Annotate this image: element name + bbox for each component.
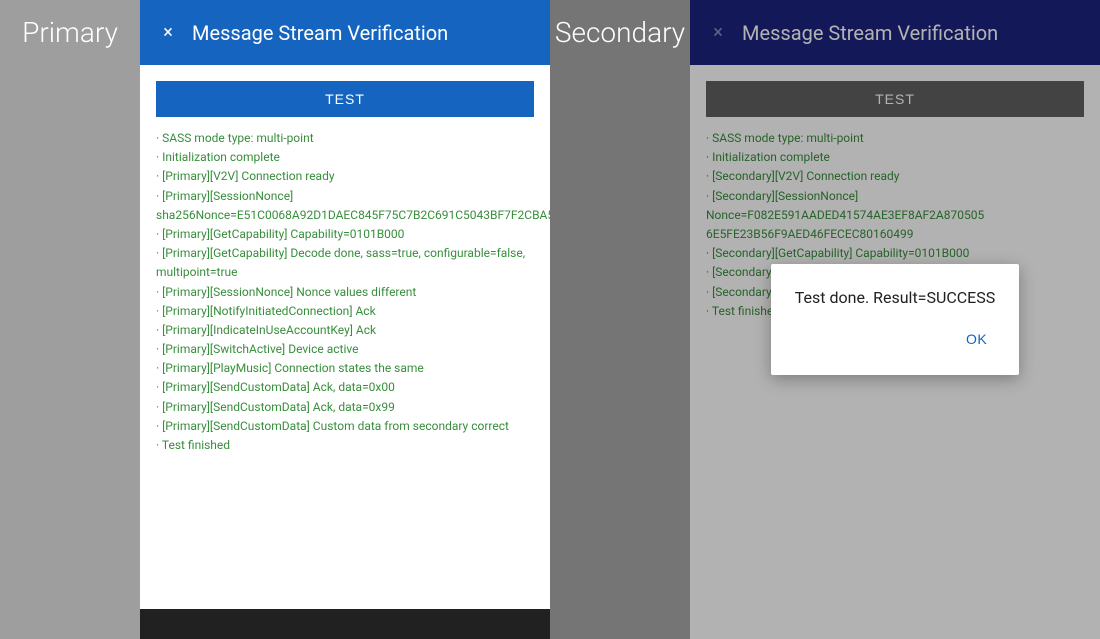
left-panel: Primary × Message Stream Verification TE… [0,0,550,639]
log-line: · [Primary][SendCustomData] Ack, data=0x… [156,378,534,397]
log-line: · [Primary][SwitchActive] Device active [156,340,534,359]
log-line: · Initialization complete [156,148,534,167]
log-line: · [Primary][SendCustomData] Custom data … [156,417,534,436]
left-dialog-body: TEST · SASS mode type: multi-point· Init… [140,65,550,639]
secondary-label: Secondary [550,0,690,65]
result-text: Test done. Result=SUCCESS [795,288,996,307]
result-dialog: Test done. Result=SUCCESS OK [771,264,1020,375]
right-panel: Secondary × Message Stream Verification … [550,0,1100,639]
result-overlay: Test done. Result=SUCCESS OK [690,0,1100,639]
left-test-button[interactable]: TEST [156,81,534,117]
left-bottom-bar [140,609,550,639]
log-line: · Test finished [156,436,534,455]
log-line: · [Primary][NotifyInitiatedConnection] A… [156,302,534,321]
log-line: · [Primary][SessionNonce] Nonce values d… [156,283,534,302]
log-line: · [Primary][GetCapability] Decode done, … [156,244,534,282]
log-line: · [Primary][PlayMusic] Connection states… [156,359,534,378]
ok-button[interactable]: OK [958,327,995,351]
left-close-button[interactable]: × [156,21,180,45]
primary-label: Primary [0,0,140,65]
log-line: · SASS mode type: multi-point [156,129,534,148]
result-actions: OK [795,327,996,351]
left-log-area: · SASS mode type: multi-point· Initializ… [156,129,534,455]
log-line: · [Primary][V2V] Connection ready [156,167,534,186]
log-line: · [Primary][SendCustomData] Ack, data=0x… [156,398,534,417]
right-dialog: × Message Stream Verification TEST · SAS… [690,0,1100,639]
log-line: · [Primary][GetCapability] Capability=01… [156,225,534,244]
log-line: · [Primary][IndicateInUseAccountKey] Ack [156,321,534,340]
left-dialog-title: Message Stream Verification [192,21,448,45]
left-dialog-header: × Message Stream Verification [140,0,550,65]
left-dialog: × Message Stream Verification TEST · SAS… [140,0,550,639]
log-line: · [Primary][SessionNonce] sha256Nonce=E5… [156,187,534,225]
